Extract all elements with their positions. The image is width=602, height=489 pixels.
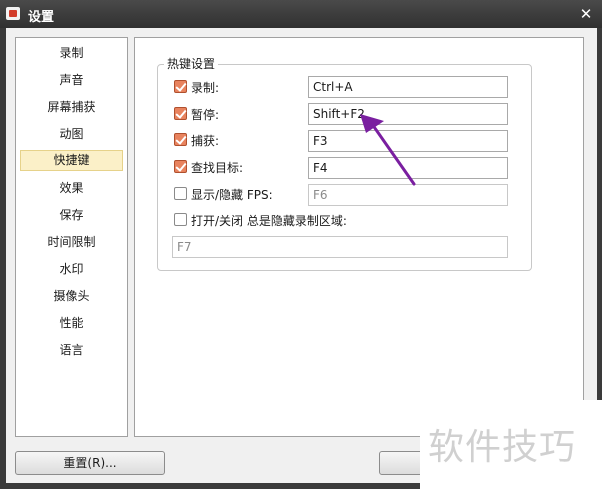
watermark-text: 软件技巧: [428, 427, 577, 468]
reset-button[interactable]: 重置(R)...: [15, 451, 165, 475]
